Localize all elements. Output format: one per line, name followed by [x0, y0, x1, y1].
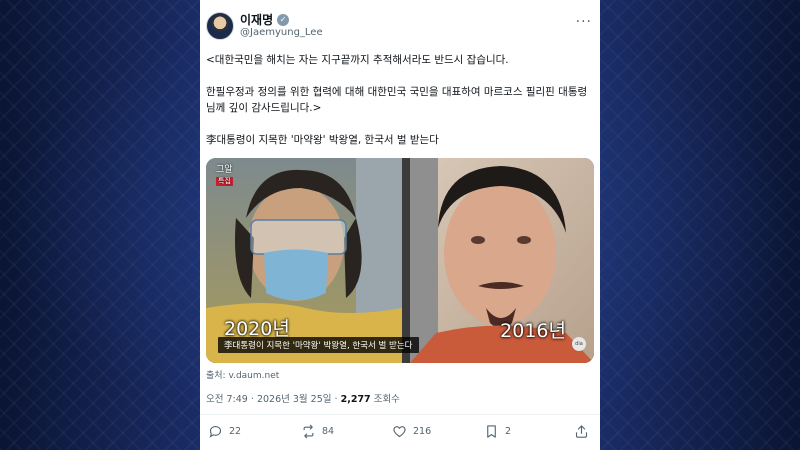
name-row: 이재명 ✓: [240, 11, 290, 28]
media-caption: 李대통령이 지목한 '마약왕' 박왕열, 한국서 벌 받는다: [218, 337, 419, 353]
author-name[interactable]: 이재명: [240, 11, 273, 28]
like-count: 216: [413, 426, 432, 437]
reply-icon: [209, 425, 222, 438]
avatar[interactable]: [206, 12, 234, 40]
reply-count: 22: [229, 426, 242, 437]
share-icon: [575, 425, 588, 438]
channel-logo: 그알 특집: [216, 165, 233, 186]
like-button[interactable]: 216: [392, 424, 431, 439]
tweet-paragraph-1: <대한국민을 해치는 자는 지구끝까지 추적해서라도 반드시 잡습니다.: [206, 54, 509, 66]
repost-icon: [303, 424, 314, 439]
like-icon: [393, 426, 406, 438]
bookmark-count: 2: [505, 426, 512, 437]
broadcaster-logo: dia: [572, 337, 586, 351]
views-label: 조회수: [373, 394, 400, 405]
meta-separator: ·: [250, 394, 254, 405]
bookmark-icon: [487, 425, 496, 438]
author-handle[interactable]: @Jaemyung_Lee: [240, 27, 323, 38]
verified-icon: ✓: [277, 13, 290, 26]
tweet-card: 이재명 ✓ @Jaemyung_Lee ··· <대한국민을 해치는 자는 지구…: [200, 0, 600, 450]
divider: [200, 414, 600, 415]
media-card[interactable]: 그알 특집 2020년 2016년 李대통령이 지목한 '마약왕' 박왕열, 한…: [206, 158, 594, 363]
tweet-meta: 오전 7:49 · 2026년 3월 25일 · 2,277 조회수: [206, 391, 400, 405]
tweet-paragraph-2: 한필우정과 정의를 위한 협력에 대해 대한민국 국민을 대표하여 마르코스 필…: [206, 86, 588, 114]
repost-count: 84: [322, 426, 335, 437]
tweet-header: 이재명 ✓ @Jaemyung_Lee ···: [206, 10, 592, 44]
link-source[interactable]: 출처: v.daum.net: [206, 368, 279, 381]
reply-button[interactable]: 22: [208, 424, 241, 439]
year-right-label: 2016년: [500, 320, 566, 342]
bookmark-button[interactable]: 2: [484, 424, 511, 439]
share-button[interactable]: [574, 424, 589, 439]
more-icon[interactable]: ···: [576, 14, 592, 30]
tweet-text: <대한국민을 해치는 자는 지구끝까지 추적해서라도 반드시 잡습니다. 한필우…: [206, 52, 594, 148]
views-count: 2,277: [340, 394, 371, 405]
meta-separator-2: ·: [334, 394, 338, 405]
repost-button[interactable]: 84: [301, 424, 334, 439]
tweet-paragraph-3: 李대통령이 지목한 '마약왕' 박왕열, 한국서 벌 받는다: [206, 134, 439, 146]
tweet-date[interactable]: 2026년 3월 25일: [257, 394, 332, 405]
tweet-time[interactable]: 오전 7:49: [206, 394, 248, 405]
action-bar: 22 84 216 2: [206, 424, 588, 440]
